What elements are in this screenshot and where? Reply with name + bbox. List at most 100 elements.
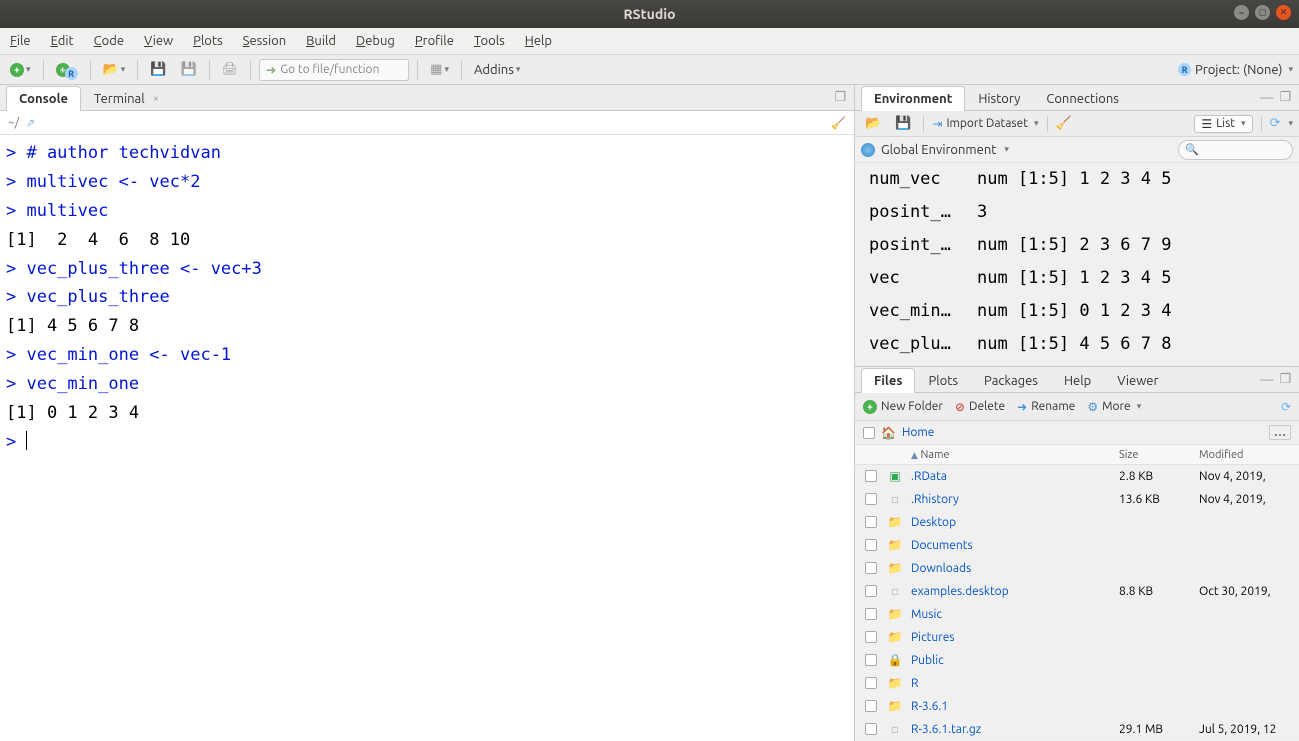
clear-console-icon[interactable]: 🧹: [831, 116, 846, 130]
file-checkbox[interactable]: [865, 470, 877, 482]
env-list-view-button[interactable]: ☰ List ▾: [1194, 115, 1252, 133]
save-all-button[interactable]: 💾: [176, 59, 200, 81]
delete-button[interactable]: ⊘Delete: [955, 400, 1005, 414]
tab-environment[interactable]: Environment: [861, 86, 965, 111]
file-checkbox[interactable]: [865, 700, 877, 712]
file-name[interactable]: .RData: [909, 470, 1119, 483]
env-variable-row[interactable]: vecnum [1:5] 1 2 3 4 5: [855, 262, 1287, 295]
menu-build[interactable]: Build: [306, 34, 336, 48]
file-row[interactable]: 📁Desktop: [855, 511, 1299, 534]
close-icon[interactable]: ×: [153, 93, 159, 105]
new-file-button[interactable]: ▾: [6, 59, 35, 81]
env-open-button[interactable]: 📂: [861, 113, 885, 135]
project-menu[interactable]: Project: (None) ▾: [1178, 63, 1293, 77]
pane-maximize-icon[interactable]: ❐: [1279, 90, 1291, 105]
pane-minimize-icon[interactable]: —: [1260, 91, 1273, 105]
col-size-header[interactable]: Size: [1119, 449, 1199, 461]
file-row[interactable]: 📁R: [855, 672, 1299, 695]
menu-debug[interactable]: Debug: [356, 34, 395, 48]
window-maximize-button[interactable]: ◻: [1255, 5, 1270, 20]
open-file-button[interactable]: 📂▾: [99, 59, 130, 81]
tab-plots[interactable]: Plots: [915, 368, 971, 393]
file-checkbox[interactable]: [865, 654, 877, 666]
file-checkbox[interactable]: [865, 677, 877, 689]
tab-files[interactable]: Files: [861, 368, 915, 393]
file-checkbox[interactable]: [865, 723, 877, 735]
env-scrollbar[interactable]: [1287, 163, 1299, 366]
file-row[interactable]: 📁R-3.6.1: [855, 695, 1299, 718]
file-checkbox[interactable]: [865, 631, 877, 643]
file-row[interactable]: 📁Downloads: [855, 557, 1299, 580]
env-variable-row[interactable]: num_vecnum [1:5] 1 2 3 4 5: [855, 163, 1287, 196]
file-name[interactable]: Pictures: [909, 631, 1119, 644]
window-close-button[interactable]: ✕: [1276, 5, 1291, 20]
tab-packages[interactable]: Packages: [971, 368, 1051, 393]
rename-button[interactable]: ➜Rename: [1017, 400, 1075, 414]
file-checkbox[interactable]: [865, 493, 877, 505]
file-checkbox[interactable]: [865, 539, 877, 551]
file-row[interactable]: ▫examples.desktop8.8 KBOct 30, 2019,: [855, 580, 1299, 603]
tab-console[interactable]: Console: [6, 86, 81, 111]
file-checkbox[interactable]: [865, 608, 877, 620]
files-refresh-icon[interactable]: ⟳: [1281, 400, 1291, 414]
pane-minimize-icon[interactable]: —: [1260, 373, 1273, 387]
file-name[interactable]: R-3.6.1: [909, 700, 1119, 713]
col-name-header[interactable]: ▲ Name: [909, 449, 1119, 461]
file-name[interactable]: R-3.6.1.tar.gz: [909, 723, 1119, 736]
file-name[interactable]: Public: [909, 654, 1119, 667]
tab-viewer[interactable]: Viewer: [1104, 368, 1171, 393]
col-modified-header[interactable]: Modified: [1199, 449, 1299, 461]
new-project-button[interactable]: [52, 59, 82, 81]
file-name[interactable]: Music: [909, 608, 1119, 621]
file-row[interactable]: 📁Documents: [855, 534, 1299, 557]
select-all-checkbox[interactable]: [863, 427, 875, 439]
env-variable-row[interactable]: vec_min…num [1:5] 0 1 2 3 4: [855, 295, 1287, 328]
file-row[interactable]: 🔒Public: [855, 649, 1299, 672]
file-row[interactable]: ▫R-3.6.1.tar.gz29.1 MBJul 5, 2019, 12: [855, 718, 1299, 741]
menu-help[interactable]: Help: [525, 34, 552, 48]
file-name[interactable]: .Rhistory: [909, 493, 1119, 506]
menu-session[interactable]: Session: [243, 34, 286, 48]
menu-file[interactable]: File: [10, 34, 31, 48]
env-refresh-icon[interactable]: ⟳: [1270, 116, 1281, 131]
file-row[interactable]: 📁Music: [855, 603, 1299, 626]
clear-env-icon[interactable]: 🧹: [1056, 116, 1072, 131]
print-button[interactable]: 🖨: [218, 59, 243, 81]
file-name[interactable]: Documents: [909, 539, 1119, 552]
menu-code[interactable]: Code: [94, 34, 124, 48]
env-scope-label[interactable]: Global Environment: [881, 143, 996, 157]
r-console[interactable]: > # author techvidvan> multivec <- vec*2…: [0, 135, 854, 741]
env-variable-row[interactable]: posint_…num [1:5] 2 3 6 7 9: [855, 229, 1287, 262]
file-row[interactable]: ▣.RData2.8 KBNov 4, 2019,: [855, 465, 1299, 488]
env-search-input[interactable]: 🔍: [1178, 140, 1293, 160]
env-save-button[interactable]: 💾: [891, 113, 915, 135]
pane-maximize-icon[interactable]: ❐: [834, 90, 846, 105]
save-button[interactable]: 💾: [146, 59, 170, 81]
file-name[interactable]: R: [909, 677, 1119, 690]
tab-connections[interactable]: Connections: [1033, 86, 1132, 111]
home-icon[interactable]: 🏠: [881, 426, 896, 440]
console-popout-icon[interactable]: ⇗: [25, 116, 35, 130]
file-checkbox[interactable]: [865, 516, 877, 528]
file-name[interactable]: Downloads: [909, 562, 1119, 575]
file-checkbox[interactable]: [865, 562, 877, 574]
menu-profile[interactable]: Profile: [415, 34, 454, 48]
env-variable-row[interactable]: posint_…3: [855, 196, 1287, 229]
grid-button[interactable]: ▦▾: [426, 59, 453, 81]
menu-edit[interactable]: Edit: [51, 34, 74, 48]
addins-button[interactable]: Addins▾: [470, 59, 524, 81]
import-dataset-button[interactable]: ⇥ Import Dataset ▾: [932, 117, 1038, 131]
menu-plots[interactable]: Plots: [193, 34, 223, 48]
breadcrumb-home[interactable]: Home: [902, 426, 934, 439]
tab-terminal[interactable]: Terminal×: [81, 86, 172, 111]
new-folder-button[interactable]: New Folder: [863, 400, 943, 414]
file-row[interactable]: 📁Pictures: [855, 626, 1299, 649]
menu-tools[interactable]: Tools: [474, 34, 505, 48]
breadcrumb-more-button[interactable]: …: [1269, 425, 1291, 440]
window-minimize-button[interactable]: –: [1234, 5, 1249, 20]
file-name[interactable]: Desktop: [909, 516, 1119, 529]
pane-maximize-icon[interactable]: ❐: [1279, 372, 1291, 387]
file-checkbox[interactable]: [865, 585, 877, 597]
env-variable-row[interactable]: vec_plu…num [1:5] 4 5 6 7 8: [855, 328, 1287, 361]
tab-help[interactable]: Help: [1051, 368, 1104, 393]
